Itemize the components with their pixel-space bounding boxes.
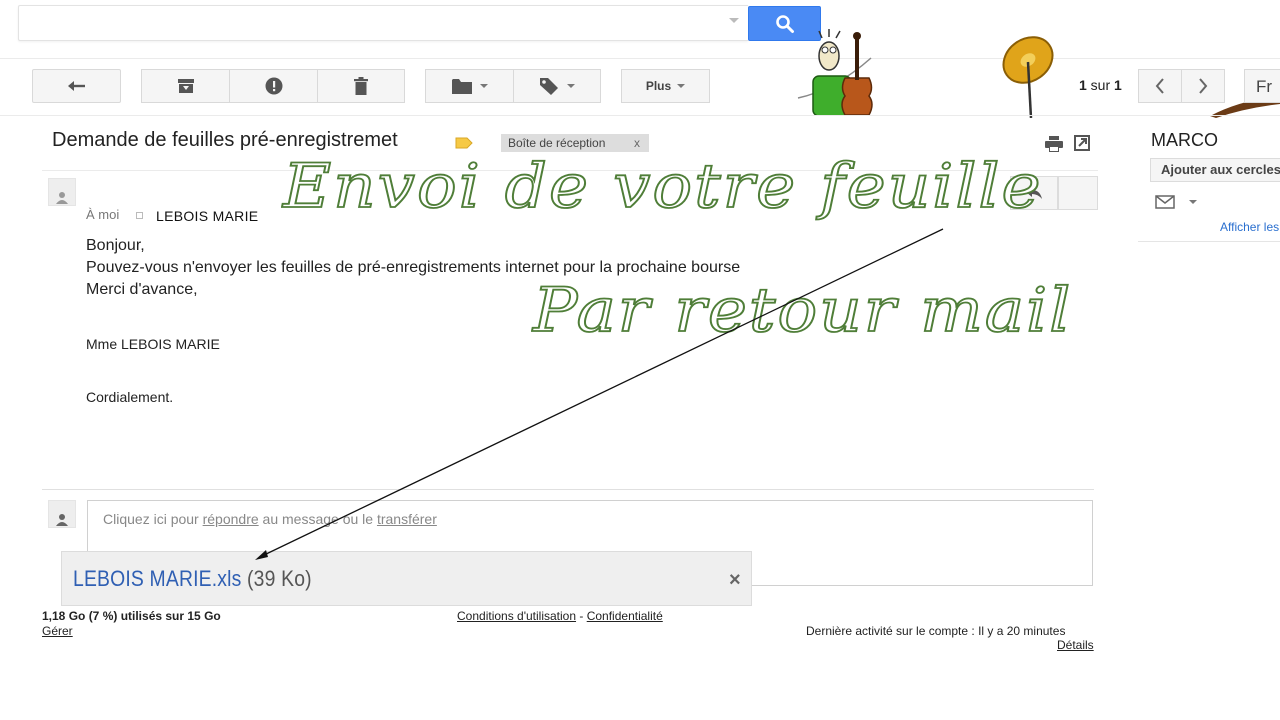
privacy-link[interactable]: Confidentialité — [587, 609, 663, 623]
back-button[interactable] — [32, 69, 121, 103]
manage-storage-link[interactable]: Gérer — [42, 624, 73, 638]
newer-button[interactable] — [1138, 69, 1182, 103]
report-spam-button[interactable] — [229, 69, 318, 103]
chevron-down-icon — [567, 84, 575, 88]
search-icon — [775, 14, 794, 33]
toolbar-divider — [0, 115, 1280, 116]
chevron-right-icon — [1199, 78, 1208, 94]
more-actions-button[interactable]: Plus — [621, 69, 710, 103]
search-options-caret-icon[interactable] — [729, 18, 739, 23]
body-signature: Mme LEBOIS MARIE — [86, 336, 220, 352]
print-icon[interactable] — [1045, 136, 1063, 152]
person-icon — [56, 192, 68, 204]
header-divider — [0, 58, 1280, 59]
language-button[interactable]: Fr — [1244, 69, 1280, 103]
show-details-link[interactable]: Afficher les détails — [1220, 220, 1280, 234]
terms-link[interactable]: Conditions d'utilisation — [457, 609, 576, 623]
manage-storage-link-wrap: Gérer — [42, 624, 73, 638]
message-subject: Demande de feuilles pré-enregistremet — [52, 129, 398, 151]
person-icon — [56, 514, 68, 526]
message-options-button[interactable] — [1058, 176, 1098, 210]
chevron-left-icon — [1155, 78, 1164, 94]
trash-icon — [354, 77, 368, 95]
footer-dash: - — [576, 609, 587, 623]
storage-usage: 1,18 Go (7 %) utilisés sur 15 Go — [42, 609, 221, 623]
recipient-details-caret-icon[interactable] — [136, 212, 143, 219]
attachment-size: (39 Ko) — [247, 566, 312, 591]
reply-link[interactable]: répondre — [203, 511, 259, 527]
folder-icon — [451, 79, 472, 94]
body-closing: Cordialement. — [86, 389, 174, 405]
sender-avatar — [48, 178, 76, 206]
older-button[interactable] — [1181, 69, 1225, 103]
mail-icon[interactable] — [1155, 195, 1175, 209]
importance-label-icon[interactable] — [455, 137, 473, 149]
pager-total: 1 — [1114, 77, 1122, 93]
more-actions-label: Plus — [645, 79, 672, 93]
last-activity: Dernière activité sur le compte : Il y a… — [806, 624, 1066, 638]
spam-icon — [265, 77, 282, 95]
pager-current: 1 — [1079, 77, 1087, 93]
labels-button[interactable] — [513, 69, 601, 103]
open-new-window-icon[interactable] — [1074, 135, 1090, 151]
details-link-wrap: Détails — [1057, 638, 1094, 652]
overlay-title-line-2: Par retour mail — [532, 274, 1073, 347]
archive-icon — [177, 79, 194, 93]
reply-prefix: Cliquez ici pour — [103, 511, 203, 527]
reply-divider — [42, 489, 1094, 490]
attachment-filename: LEBOIS MARIE.xls — [73, 566, 242, 591]
inbox-label-chip: Boîte de réception x — [501, 134, 649, 152]
reply-prompt: Cliquez ici pour répondre au message ou … — [103, 511, 437, 527]
move-to-button[interactable] — [425, 69, 514, 103]
tag-icon — [540, 78, 558, 95]
attachment-label[interactable]: LEBOIS MARIE.xls (39 Ko) — [73, 566, 312, 592]
remove-label-button[interactable]: x — [634, 136, 640, 150]
profile-divider — [1138, 241, 1280, 242]
search-input[interactable] — [19, 6, 729, 40]
contact-name: MARCO — [1151, 130, 1218, 150]
recipient-text: À moi — [86, 207, 120, 222]
search-box[interactable] — [18, 5, 748, 41]
my-avatar — [48, 500, 76, 528]
details-link[interactable]: Détails — [1057, 638, 1094, 652]
sender-name: LEBOIS MARIE — [156, 208, 259, 224]
pager-sep: sur — [1086, 77, 1115, 93]
footer-links: Conditions d'utilisation - Confidentiali… — [457, 609, 663, 623]
inbox-label-text: Boîte de réception — [508, 136, 606, 150]
chevron-down-icon[interactable] — [1189, 200, 1197, 204]
cymbal-image — [1002, 36, 1054, 118]
reply-middle: au message ou le — [258, 511, 377, 527]
back-arrow-icon — [67, 81, 85, 91]
pagination-text: 1 sur 1 — [1079, 77, 1122, 93]
forward-link[interactable]: transférer — [377, 511, 437, 527]
body-line-2: Merci d'avance, — [86, 281, 198, 298]
attachment-close-button[interactable]: × — [729, 569, 741, 592]
body-greeting: Bonjour, — [86, 237, 145, 254]
archive-button[interactable] — [141, 69, 230, 103]
violinist-cartoon-image — [797, 29, 873, 116]
overlay-title-line-1: Envoi de votre feuille — [282, 150, 1043, 223]
add-to-circles-button[interactable]: Ajouter aux cercles — [1150, 158, 1280, 182]
chevron-down-icon — [677, 84, 686, 88]
delete-button[interactable] — [317, 69, 405, 103]
chevron-down-icon — [479, 84, 488, 88]
